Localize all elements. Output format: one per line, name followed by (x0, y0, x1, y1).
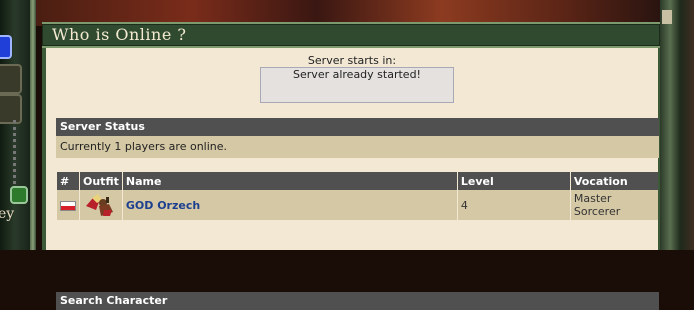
players-table: # Outfit Name Level Vocation GOD Orzech … (56, 172, 659, 220)
server-status-heading: Server Status (56, 118, 659, 136)
scroll-tab (662, 10, 672, 24)
search-character-heading: Search Character (56, 292, 659, 310)
server-countdown-box: Server already started! (260, 67, 454, 103)
sorcerer-outfit-icon (83, 192, 115, 218)
column-header-number: # (57, 172, 79, 190)
player-vocation-cell: Master Sorcerer (570, 190, 658, 220)
player-outfit-cell (80, 190, 122, 220)
shield-icon (0, 64, 22, 94)
player-level-cell: 4 (457, 190, 570, 220)
blue-menu-button[interactable] (0, 35, 12, 59)
main-content: Server starts in: Server already started… (42, 48, 660, 310)
frame-edge (30, 0, 36, 250)
server-starts-label: Server starts in: (307, 54, 397, 67)
poland-flag-icon (60, 200, 76, 211)
table-header-row: # Outfit Name Level Vocation (57, 172, 658, 190)
page-title: Who is Online ? (52, 25, 187, 44)
table-row: GOD Orzech 4 Master Sorcerer (57, 190, 658, 220)
online-count-text: Currently 1 players are online. (56, 136, 659, 158)
column-header-level: Level (457, 172, 570, 190)
player-flag-cell (57, 190, 79, 220)
player-name-cell: GOD Orzech (122, 190, 457, 220)
player-name-link[interactable]: GOD Orzech (126, 199, 200, 212)
page-header: Who is Online ? (42, 22, 660, 48)
column-header-name: Name (122, 172, 457, 190)
column-header-vocation: Vocation (570, 172, 658, 190)
green-gem-icon (10, 186, 28, 204)
column-header-outfit: Outfit (80, 172, 122, 190)
right-sidebar-decoration (660, 0, 694, 250)
chain-decoration (13, 120, 22, 190)
server-status-text: Server already started! (293, 68, 421, 81)
left-sidebar-decoration: ey (0, 0, 36, 250)
sidebar-edge-text[interactable]: ey (0, 206, 14, 222)
